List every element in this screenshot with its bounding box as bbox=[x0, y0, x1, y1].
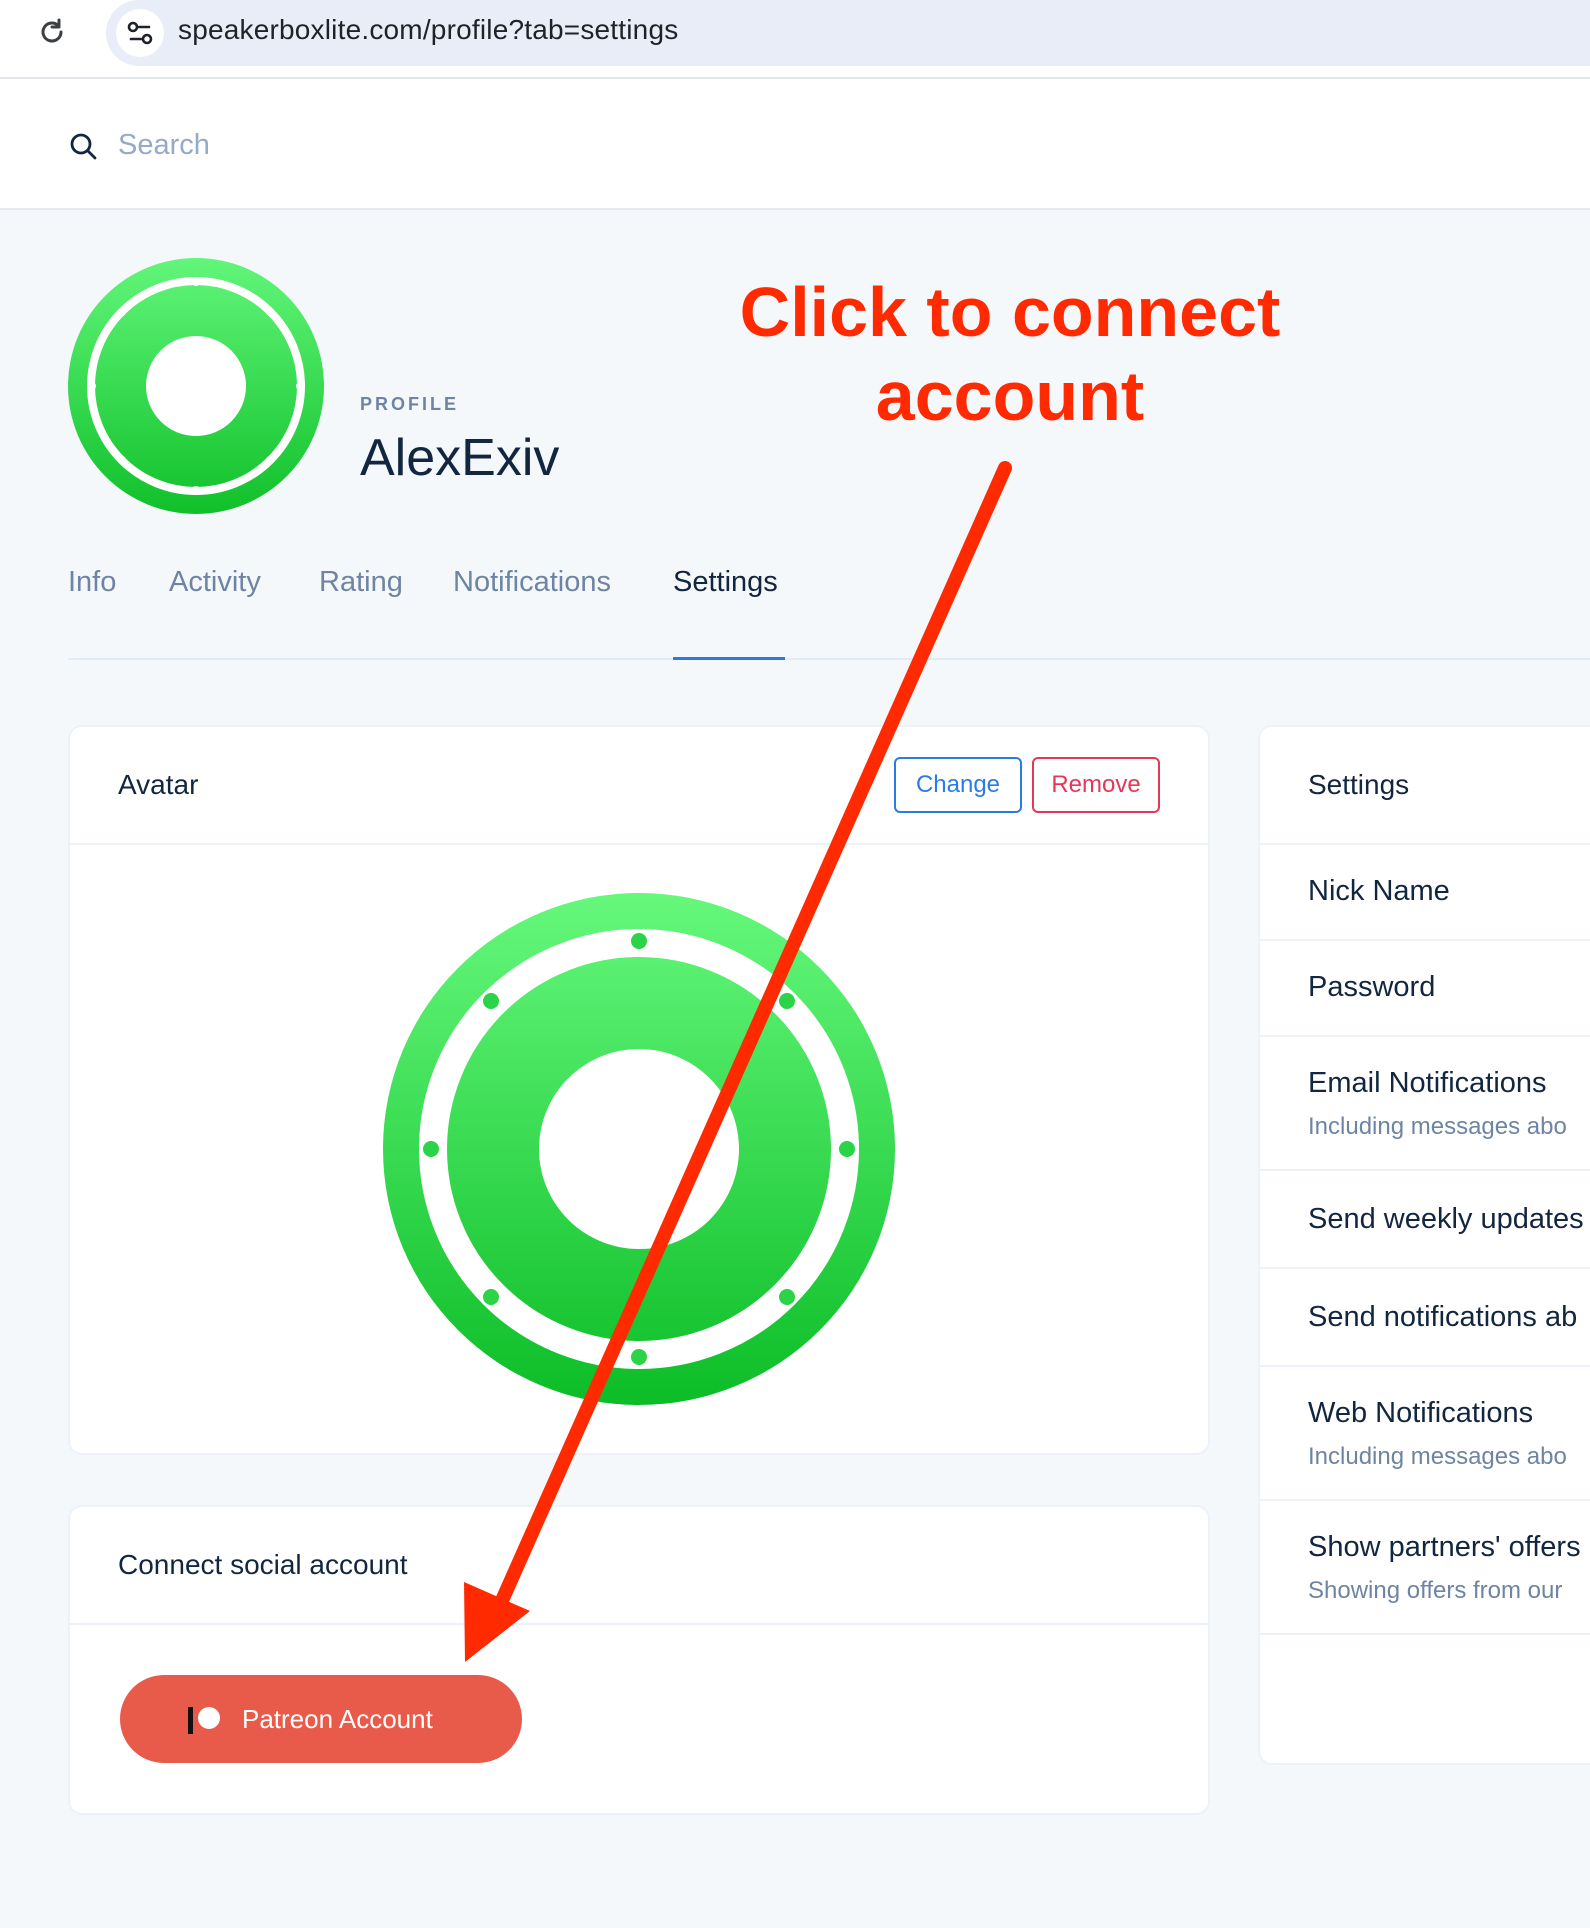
social-card-title: Connect social account bbox=[118, 1549, 408, 1580]
settings-item-subtitle: Including messages abo bbox=[1308, 1113, 1567, 1140]
avatar-card: Avatar Change Remove bbox=[68, 725, 1210, 1455]
annotation-line-1: Click to connect bbox=[739, 273, 1281, 351]
avatar bbox=[68, 258, 324, 514]
settings-item-subtitle: Showing offers from our bbox=[1308, 1577, 1563, 1604]
settings-item-title: Web Notifications bbox=[1308, 1397, 1534, 1429]
settings-item-subtitle: Including messages abo bbox=[1308, 1443, 1567, 1470]
tab-activity[interactable]: Activity bbox=[169, 566, 261, 660]
settings-item-title: Password bbox=[1308, 971, 1436, 1003]
avatar-card-title: Avatar bbox=[118, 769, 199, 800]
url-field[interactable]: speakerboxlite.com/profile?tab=settings bbox=[106, 0, 1590, 66]
profile-name: AlexExiv bbox=[360, 429, 560, 487]
settings-item-title: Nick Name bbox=[1308, 875, 1450, 907]
remove-avatar-button[interactable]: Remove bbox=[1032, 757, 1160, 813]
social-account-card: Connect social account Patreon Account bbox=[68, 1505, 1210, 1815]
url-text[interactable]: speakerboxlite.com/profile?tab=settings bbox=[178, 14, 678, 46]
annotation-callout: Click to connect account bbox=[700, 270, 1320, 438]
search-input[interactable] bbox=[118, 123, 718, 167]
settings-item-weekly-updates[interactable]: Send weekly updates bbox=[1260, 1171, 1590, 1269]
settings-item-title: Send weekly updates bbox=[1308, 1203, 1584, 1235]
settings-item-send-notifications[interactable]: Send notifications ab bbox=[1260, 1269, 1590, 1367]
reload-icon[interactable] bbox=[36, 16, 68, 48]
settings-item-nick-name[interactable]: Nick Name bbox=[1260, 845, 1590, 941]
settings-item-password[interactable]: Password bbox=[1260, 941, 1590, 1037]
settings-item-title: Email Notifications bbox=[1308, 1067, 1547, 1099]
search-icon bbox=[70, 133, 97, 160]
settings-item-title: Send notifications ab bbox=[1308, 1301, 1578, 1333]
profile-pretitle: PROFILE bbox=[360, 394, 460, 414]
tab-info[interactable]: Info bbox=[68, 566, 116, 660]
settings-card-header: Settings bbox=[1260, 727, 1590, 845]
site-settings-icon[interactable] bbox=[116, 9, 164, 57]
settings-item-title: Show partners' offers bbox=[1308, 1531, 1581, 1563]
tab-notifications[interactable]: Notifications bbox=[453, 566, 611, 660]
patreon-button-label: Patreon Account bbox=[242, 1704, 433, 1734]
annotation-line-2: account bbox=[875, 357, 1145, 435]
top-header bbox=[0, 79, 1590, 210]
profile-tabs: Info Activity Rating Notifications Setti… bbox=[68, 540, 1590, 660]
avatar-preview bbox=[383, 893, 895, 1405]
patreon-icon bbox=[188, 1707, 220, 1734]
settings-item-web-notifications[interactable]: Web Notifications Including messages abo bbox=[1260, 1367, 1590, 1501]
tab-settings[interactable]: Settings bbox=[673, 566, 785, 660]
settings-item-email-notifications[interactable]: Email Notifications Including messages a… bbox=[1260, 1037, 1590, 1171]
settings-item-partners-offers[interactable]: Show partners' offers Showing offers fro… bbox=[1260, 1501, 1590, 1635]
avatar-card-header: Avatar Change Remove bbox=[70, 727, 1208, 845]
settings-card-title: Settings bbox=[1308, 769, 1410, 800]
social-card-header: Connect social account bbox=[70, 1507, 1208, 1625]
change-avatar-button[interactable]: Change bbox=[894, 757, 1022, 813]
patreon-account-button[interactable]: Patreon Account bbox=[120, 1675, 522, 1763]
settings-card: Settings Nick Name Password Email Notifi… bbox=[1258, 725, 1590, 1765]
tab-rating[interactable]: Rating bbox=[319, 566, 403, 660]
browser-address-bar: speakerboxlite.com/profile?tab=settings bbox=[0, 0, 1590, 79]
